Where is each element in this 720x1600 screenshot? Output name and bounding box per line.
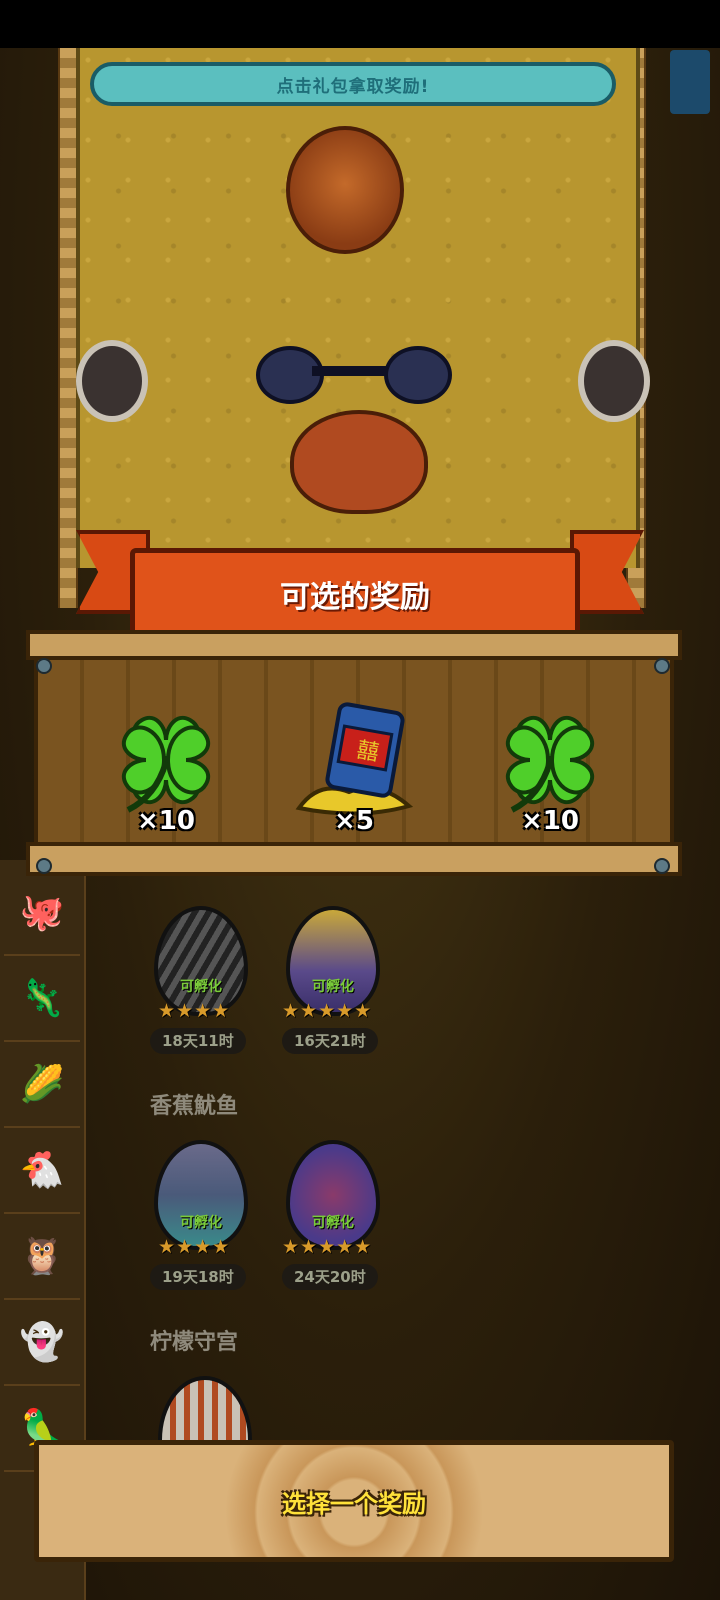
rewards-title: 可选的奖励 bbox=[280, 580, 430, 615]
status-bar bbox=[0, 0, 720, 48]
bolt-icon bbox=[654, 858, 670, 874]
reward-quantity: ×10 bbox=[521, 806, 579, 836]
egg-timer: 16天21时 bbox=[282, 1028, 378, 1054]
select-reward-label: 选择一个奖励 bbox=[282, 1489, 426, 1518]
creature-nose bbox=[286, 126, 404, 254]
creature-icon[interactable]: 🦎 bbox=[4, 956, 80, 1042]
creature-icon[interactable]: 🌽 bbox=[4, 1042, 80, 1128]
creature-icon[interactable]: 🐔 bbox=[4, 1128, 80, 1214]
reward-option-3[interactable]: ×10 bbox=[480, 700, 620, 840]
egg-timer: 24天20时 bbox=[282, 1264, 378, 1290]
egg-status: 可孵化 bbox=[312, 979, 354, 995]
egg-stars: ★★★★★ bbox=[282, 1236, 373, 1258]
creature-icon[interactable]: 🦉 bbox=[4, 1214, 80, 1300]
tap-hint-banner: 点击礼包拿取奖励! bbox=[90, 62, 616, 106]
four-leaf-clover-icon bbox=[480, 700, 620, 820]
egg-stars: ★★★★★ bbox=[282, 1000, 373, 1022]
reward-option-2[interactable]: 囍 ×5 bbox=[284, 700, 424, 840]
creature-eye bbox=[578, 340, 650, 422]
bolt-icon bbox=[36, 658, 52, 674]
reward-option-1[interactable]: ×10 bbox=[96, 700, 236, 840]
svg-text:囍: 囍 bbox=[355, 738, 381, 766]
egg-status: 可孵化 bbox=[180, 979, 222, 995]
select-reward-button[interactable]: 选择一个奖励 bbox=[34, 1440, 674, 1562]
rope bbox=[58, 48, 78, 608]
shelf-bottom-plank bbox=[26, 842, 682, 876]
side-tag bbox=[670, 50, 710, 114]
creature-icon[interactable]: 🐙 bbox=[4, 870, 80, 956]
section-title: 香蕉魷鱼 bbox=[150, 1094, 239, 1119]
reward-quantity: ×10 bbox=[137, 806, 195, 836]
bolt-icon bbox=[36, 858, 52, 874]
tap-hint-text: 点击礼包拿取奖励! bbox=[276, 76, 430, 97]
egg-status: 可孵化 bbox=[180, 1215, 222, 1231]
creature-beak bbox=[290, 410, 428, 514]
egg-timer: 18天11时 bbox=[150, 1028, 246, 1054]
egg-stars: ★★★★ bbox=[158, 1000, 231, 1022]
shelf-top-plank bbox=[26, 630, 682, 660]
egg-status: 可孵化 bbox=[312, 1215, 354, 1231]
bolt-icon bbox=[654, 658, 670, 674]
rewards-title-ribbon: 可选的奖励 bbox=[130, 548, 580, 640]
four-leaf-clover-icon bbox=[96, 700, 236, 820]
creature-eye bbox=[76, 340, 148, 422]
egg-stars: ★★★★ bbox=[158, 1236, 231, 1258]
goggles-icon bbox=[256, 346, 452, 404]
lantern-lamp-icon: 囍 bbox=[284, 700, 424, 820]
section-title: 柠檬守宫 bbox=[150, 1330, 239, 1355]
egg-timer: 19天18时 bbox=[150, 1264, 246, 1290]
reward-quantity: ×5 bbox=[334, 806, 374, 836]
creature-icon[interactable]: 👻 bbox=[4, 1300, 80, 1386]
